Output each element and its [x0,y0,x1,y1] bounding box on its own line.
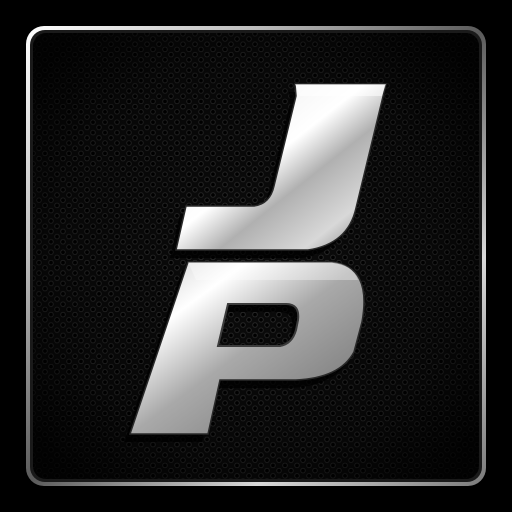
jp-logo-graphic [26,26,486,486]
app-icon[interactable] [0,0,512,512]
